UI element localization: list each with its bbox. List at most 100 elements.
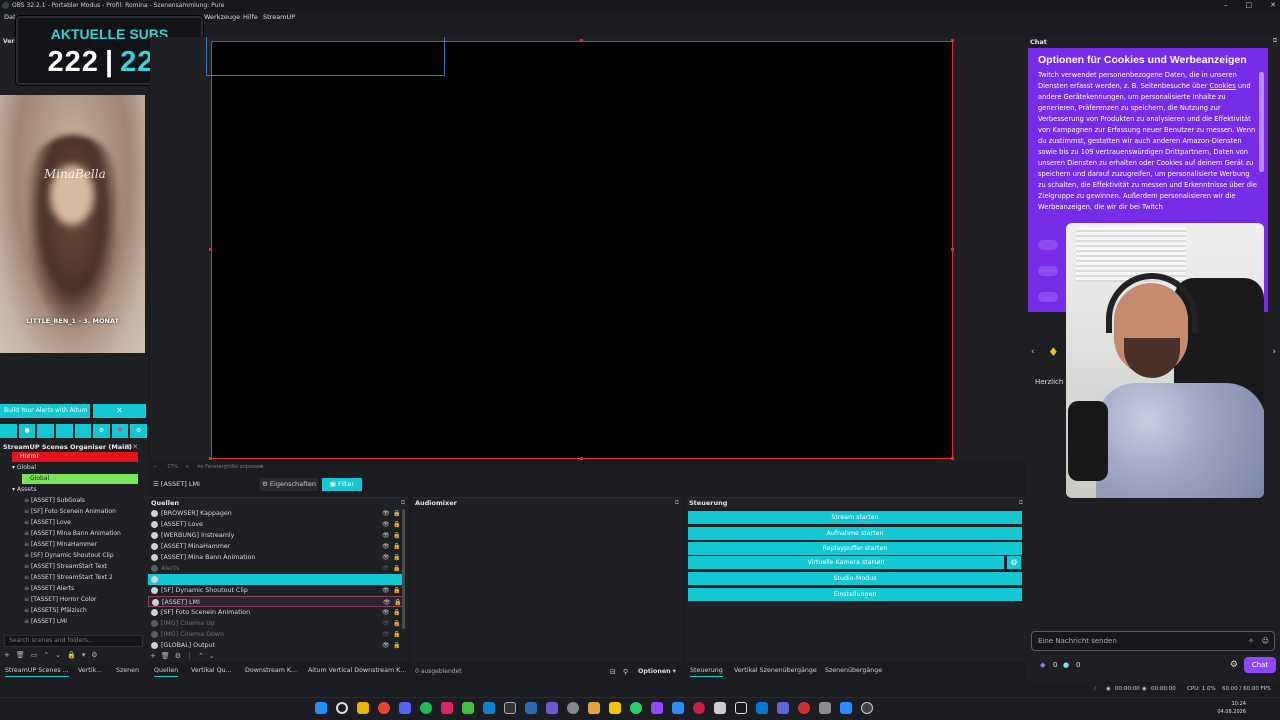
source-row[interactable]: [SF] Dynamic Shoutout Clip 👁 🔒 [148,585,404,596]
tool-gear-icon[interactable]: ⚙ [93,424,110,438]
folder-icon[interactable]: ▭ [31,651,38,661]
source-row[interactable]: [IMG] Cinema Up 👁 🔒 [148,618,404,629]
cookies-link[interactable]: Cookies [1210,82,1236,90]
tab-transitions[interactable]: Szenenübergänge [825,664,882,677]
lock-icon[interactable]: 🔒 [393,508,400,519]
eye-hidden-icon[interactable]: 👁 [382,629,390,640]
scene-item[interactable]: [ASSET] LMI [24,617,67,627]
lock-icon[interactable]: 🔒 [393,640,400,651]
maximize-button[interactable]: □ [1246,0,1253,11]
app-icon[interactable] [861,702,873,714]
menu-datei[interactable]: Dat [4,11,16,23]
tab-aitum-downstream[interactable]: Aitum Vertical Downstream K... [308,664,406,677]
zoom-dropdown-icon[interactable]: ▾ [260,463,263,472]
tab-controls[interactable]: Steuerung [690,664,723,677]
tool-button-4[interactable] [55,424,73,438]
source-row[interactable]: [ASSET] MinaHammer 👁 🔒 [148,541,404,552]
bits-balance-icon[interactable]: ● [1063,657,1069,673]
cookie-option-button[interactable] [1038,266,1058,276]
minimize-button[interactable]: – [1224,0,1228,11]
eye-icon[interactable]: 👁 [382,552,390,563]
app-icon[interactable] [714,702,726,714]
preview-canvas[interactable] [211,41,953,459]
scene-search-input[interactable]: Search scenes and folders... [4,635,143,647]
source-row[interactable]: [IMG] Cinema Down 👁 🔒 [148,629,404,640]
tab-scenes-organiser[interactable]: StreamUP Scenes ... [5,664,69,677]
start-virtual-camera-button[interactable]: Virtuelle Kamera starten [688,556,1004,569]
chat-dock-icon[interactable]: ⧉ [1273,37,1277,45]
notepad-icon[interactable] [462,702,474,714]
lock-icon[interactable]: 🔒 [393,585,400,596]
menu-streamup[interactable]: StreamUP [263,11,295,23]
folder-assets[interactable]: ▾ Assets [12,485,36,495]
tab-vertical-sources[interactable]: Vertikal Qu... [191,664,232,677]
app-icon[interactable] [840,702,852,714]
chevron-left-icon[interactable]: ‹ [1031,347,1035,357]
chrome-icon[interactable] [378,702,390,714]
eye-hidden-icon[interactable]: 👁 [382,618,390,629]
tool-button-5[interactable] [74,424,92,438]
selection-box[interactable] [206,37,445,76]
tool-button-3[interactable] [37,424,54,438]
alerts-close-button[interactable]: ✕ [93,404,146,418]
app-icon[interactable] [819,702,831,714]
steam-icon[interactable] [525,702,537,714]
scene-item[interactable]: [SF] Dynamic Shoutout Clip [24,551,114,561]
source-row[interactable]: [WERBUNG] Instreamly 👁 🔒 [148,530,404,541]
start-stream-button[interactable]: Stream starten [688,511,1022,524]
windows-start-icon[interactable] [315,702,327,714]
system-clock[interactable]: 10:24 04.08.2026 [1217,700,1246,716]
move-up-icon[interactable]: ⌃ [198,652,204,660]
fit-window-toggle[interactable]: An Fenstergröße anpassen [197,463,264,472]
start-replay-buffer-button[interactable]: Replaypuffer starten [688,542,1022,555]
resize-handle[interactable] [951,457,954,460]
source-row[interactable]: [ASSET] Mina Bann Animation 👁 🔒 [148,552,404,563]
search-icon[interactable] [336,702,348,714]
tab-sources[interactable]: Quellen [154,664,179,677]
vscode-icon[interactable] [483,702,495,714]
menu-werkzeuge[interactable]: Werkzeuge [204,11,240,23]
emote-icon[interactable]: ☺ [1262,632,1269,650]
tab-scenes[interactable]: Szenen [116,664,139,677]
tool-settings-icon[interactable]: ⚙ [130,424,147,438]
source-row[interactable]: [SF] Foto Scenein Animation 👁 🔒 [148,607,404,618]
delete-icon[interactable]: 🗑 [16,651,25,661]
source-row[interactable]: [GLOBAL] Output 👁 🔒 [148,640,404,651]
controls-dock-icon[interactable]: ⧉ [1019,499,1023,507]
obs-taskbar-icon[interactable] [567,702,579,714]
whatsapp-icon[interactable] [630,702,642,714]
twitch-icon[interactable] [651,702,663,714]
app-icon[interactable] [546,702,558,714]
eye-icon[interactable]: 👁 [382,519,390,530]
tool-button-1[interactable] [0,424,17,438]
app-icon[interactable] [588,702,600,714]
chat-send-button[interactable]: Chat [1244,657,1276,673]
scene-item[interactable]: [ASSET] StreamStart Text [24,562,107,572]
move-down-icon[interactable]: ⌄ [209,652,215,660]
studio-mode-button[interactable]: Studio-Modus [688,572,1022,585]
lock-icon[interactable]: 🔒 [393,541,400,552]
float-icon[interactable]: ⧉ [125,443,130,451]
app-icon[interactable] [756,702,768,714]
properties-button[interactable]: ⚙ Eigenschaften [260,478,318,491]
cookie-option-button[interactable] [1038,292,1058,302]
zoom-in-icon[interactable]: + [185,463,189,472]
resize-handle[interactable] [951,39,954,42]
scene-item[interactable]: [ASSETS] Pfälzisch [24,606,87,616]
virtual-camera-settings-icon[interactable]: ⚙ [1007,556,1021,569]
eye-icon[interactable]: 👁 [382,508,390,519]
lock-icon[interactable]: 🔒 [393,530,400,541]
scene-item[interactable]: [ASSET] SubGoals [24,496,85,506]
tool-heart-icon[interactable]: ♥ [111,424,129,438]
menu-hilfe[interactable]: Hilfe [243,11,258,23]
app-icon[interactable] [609,702,621,714]
eye-icon[interactable]: 👁 [382,640,390,651]
resize-handle[interactable] [951,248,954,251]
source-row-selected[interactable] [148,574,404,585]
app-icon[interactable] [693,702,705,714]
build-alerts-button[interactable]: Build Your Alerts with Aitum [0,404,90,418]
mixer-dock-icon[interactable]: ⧉ [675,499,679,507]
source-row[interactable]: [ASSET] Love 👁 🔒 [148,519,404,530]
sources-dock-icon[interactable]: ⧉ [401,499,405,507]
source-settings-icon[interactable]: ⚙ [175,652,181,660]
